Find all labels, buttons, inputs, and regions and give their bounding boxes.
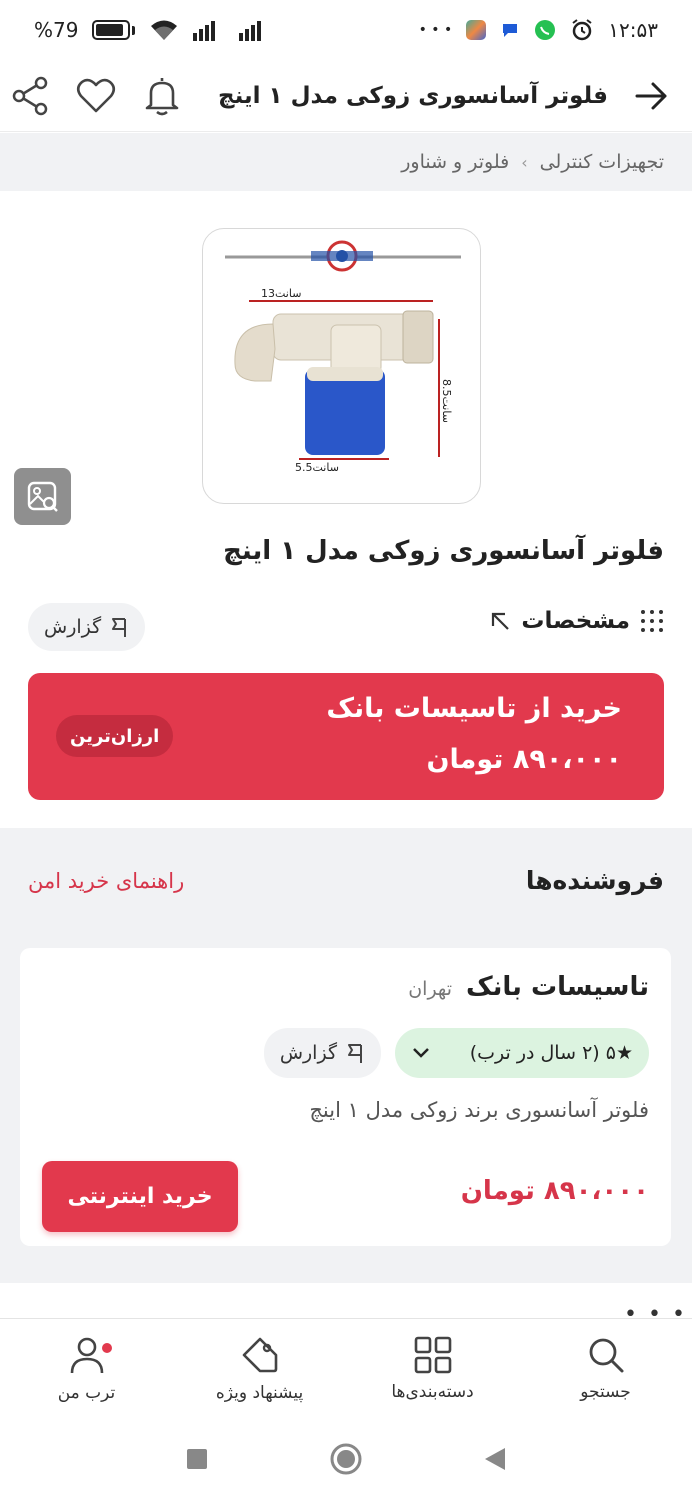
system-navigation bbox=[0, 1418, 692, 1500]
arrow-right-icon bbox=[635, 82, 667, 109]
clock: ۱۲:۵۳ bbox=[608, 18, 658, 42]
image-search-button[interactable] bbox=[14, 468, 71, 525]
alarm-icon bbox=[572, 19, 592, 41]
battery-icon bbox=[92, 20, 136, 40]
wifi-icon bbox=[151, 20, 178, 40]
sellers-section: فروشنده‌ها راهنمای خرید امن تاسیسات بانک… bbox=[0, 828, 692, 1283]
search-icon bbox=[589, 1338, 623, 1372]
arrow-up-left-icon bbox=[492, 612, 510, 630]
nav-my-torob[interactable]: ترب من bbox=[12, 1335, 162, 1403]
base-label: سانت5.5 bbox=[295, 461, 339, 474]
bottom-nav: جستجو دسته‌بندی‌ها پیشنهاد ویژه ترب من bbox=[0, 1318, 692, 1418]
app-header: فلوتر آسانسوری زوکی مدل ۱ اینچ bbox=[0, 60, 692, 132]
seller-rating-toggle[interactable]: ★۵ (۲ سال در ترب) bbox=[395, 1028, 649, 1078]
signal-icon bbox=[193, 21, 216, 41]
report-label: گزارش bbox=[44, 616, 102, 638]
buy-banner-seller: خرید از تاسیسات بانک bbox=[326, 693, 622, 724]
online-buy-button[interactable]: خرید اینترنتی bbox=[42, 1161, 238, 1232]
height-label: سانت8.5 bbox=[440, 379, 453, 423]
whatsapp-icon bbox=[535, 20, 556, 40]
nav-special-offer[interactable]: پیشنهاد ویژه bbox=[185, 1335, 335, 1403]
nav-categories-label: دسته‌بندی‌ها bbox=[391, 1381, 474, 1402]
grid-dots-icon bbox=[641, 610, 663, 632]
battery-text: %79 bbox=[34, 18, 79, 42]
sellers-title: فروشنده‌ها bbox=[525, 866, 664, 895]
seller-name-row: تاسیسات بانک تهران bbox=[408, 972, 649, 1002]
sellers-header: فروشنده‌ها راهنمای خرید امن bbox=[28, 866, 664, 895]
heart-icon bbox=[76, 78, 116, 112]
page-title: فلوتر آسانسوری زوکی مدل ۱ اینچ bbox=[218, 82, 608, 109]
seller-price: ۸۹۰،۰۰۰ تومان bbox=[460, 1176, 649, 1206]
seller-report-label: گزارش bbox=[279, 1042, 337, 1064]
share-button[interactable] bbox=[10, 76, 50, 116]
breadcrumb: تجهیزات کنترلی › فلوتر و شناور bbox=[0, 133, 692, 191]
tag-icon bbox=[242, 1337, 277, 1372]
more-notifications: • • • bbox=[418, 22, 453, 38]
nav-categories[interactable]: دسته‌بندی‌ها bbox=[358, 1336, 508, 1402]
chevron-down-icon bbox=[413, 1048, 429, 1058]
back-button[interactable] bbox=[632, 76, 672, 116]
message-icon bbox=[503, 24, 518, 37]
breadcrumb-separator: › bbox=[521, 152, 528, 172]
nav-my-torob-label: ترب من bbox=[57, 1382, 116, 1403]
share-icon bbox=[12, 76, 48, 115]
product-image[interactable]: سانت13 سانت8.5 سانت5.5 bbox=[202, 228, 481, 504]
recent-apps-button[interactable] bbox=[185, 1447, 209, 1471]
product-photo: سانت13 سانت8.5 سانت5.5 bbox=[225, 240, 461, 474]
signal-icon-2 bbox=[239, 21, 262, 41]
seller-product-description: فلوتر آسانسوری برند زوکی مدل ۱ اینچ bbox=[309, 1098, 649, 1122]
user-icon bbox=[70, 1337, 103, 1373]
status-bar: %79 • • • ۱۲:۵۳ bbox=[0, 0, 692, 60]
nav-search[interactable]: جستجو bbox=[531, 1336, 681, 1402]
app-icon bbox=[466, 20, 487, 40]
header-actions bbox=[10, 76, 182, 116]
seller-card: تاسیسات بانک تهران ★۵ (۲ سال در ترب) گزا… bbox=[20, 948, 671, 1246]
image-search-icon bbox=[27, 481, 58, 512]
safe-buy-guide-link[interactable]: راهنمای خرید امن bbox=[28, 869, 184, 893]
buy-banner-button[interactable]: خرید از تاسیسات بانک ۸۹۰،۰۰۰ تومان ارزان… bbox=[28, 673, 664, 800]
bell-icon bbox=[145, 77, 179, 115]
seller-report-button[interactable]: گزارش bbox=[263, 1028, 381, 1078]
specs-link[interactable]: مشخصات bbox=[489, 608, 664, 634]
product-title: فلوتر آسانسوری زوکی مدل ۱ اینچ bbox=[223, 536, 664, 566]
notification-dot bbox=[101, 1342, 112, 1353]
notify-button[interactable] bbox=[142, 76, 182, 116]
buy-banner-price: ۸۹۰،۰۰۰ تومان bbox=[426, 744, 622, 775]
breadcrumb-item-floats[interactable]: فلوتر و شناور bbox=[401, 151, 509, 173]
width-label: سانت13 bbox=[261, 287, 301, 300]
home-button[interactable] bbox=[329, 1442, 363, 1476]
seller-rating: ★۵ (۲ سال در ترب) bbox=[469, 1042, 633, 1064]
cheapest-badge: ارزان‌ترین bbox=[56, 715, 174, 757]
seller-name[interactable]: تاسیسات بانک bbox=[466, 972, 649, 1002]
status-left: %79 bbox=[34, 18, 271, 42]
flag-icon bbox=[348, 1044, 362, 1063]
seller-city: تهران bbox=[408, 978, 452, 1000]
flag-icon bbox=[112, 618, 127, 637]
product-report-button[interactable]: گزارش bbox=[28, 603, 146, 651]
back-nav-button[interactable] bbox=[483, 1446, 507, 1472]
nav-special-offer-label: پیشنهاد ویژه bbox=[215, 1382, 304, 1403]
grid-icon bbox=[414, 1336, 451, 1373]
specs-label: مشخصات bbox=[521, 608, 630, 634]
favorite-button[interactable] bbox=[76, 76, 116, 116]
nav-search-label: جستجو bbox=[580, 1381, 631, 1402]
breadcrumb-item-controls[interactable]: تجهیزات کنترلی bbox=[540, 151, 664, 173]
status-right: • • • ۱۲:۵۳ bbox=[419, 18, 658, 42]
